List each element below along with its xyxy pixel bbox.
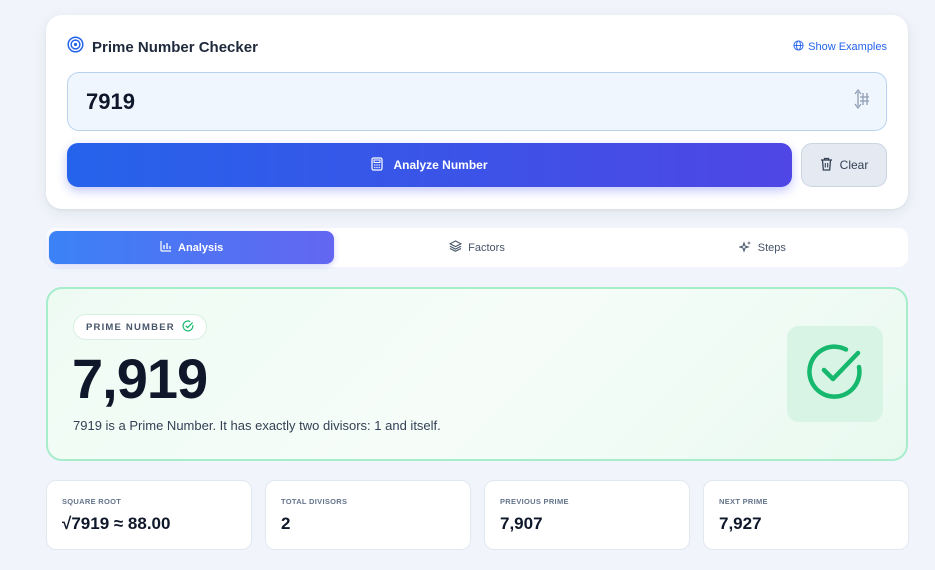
sparkles-icon (738, 240, 752, 256)
stat-square-root: SQUARE ROOT √7919 ≈ 88.00 (46, 480, 252, 550)
layers-icon (448, 240, 463, 255)
stat-label: TOTAL DIVISORS (281, 497, 348, 506)
stat-value: √7919 ≈ 88.00 (62, 514, 171, 533)
hash-stepper-icon[interactable] (852, 88, 870, 115)
stat-value: 7,927 (719, 514, 762, 533)
target-icon (67, 36, 84, 58)
stat-value: 2 (281, 514, 291, 533)
tab-steps[interactable]: Steps (620, 231, 905, 264)
number-input-wrapper (67, 72, 887, 131)
clear-label: Clear (839, 158, 869, 172)
tab-bar: Analysis Factors Steps (46, 228, 908, 267)
check-tile (787, 326, 883, 422)
bar-chart-icon (160, 240, 172, 255)
stat-total-divisors: TOTAL DIVISORS 2 (265, 480, 471, 550)
show-examples-link[interactable]: Show Examples (793, 40, 887, 54)
tab-analysis[interactable]: Analysis (49, 231, 335, 264)
check-circle-icon (182, 319, 194, 335)
tab-steps-label: Steps (757, 241, 786, 254)
tab-factors-label: Factors (468, 241, 505, 254)
number-input[interactable] (86, 88, 852, 115)
card-header: Prime Number Checker Show Examples (67, 36, 887, 58)
trash-icon (820, 157, 833, 174)
title-wrap: Prime Number Checker (67, 36, 258, 58)
stat-label: PREVIOUS PRIME (500, 497, 569, 506)
stat-value: 7,907 (500, 514, 543, 533)
clear-button[interactable]: Clear (801, 143, 887, 187)
calculator-icon (371, 156, 384, 174)
result-description: 7919 is a Prime Number. It has exactly t… (73, 418, 441, 433)
analyze-button[interactable]: Analyze Number (67, 143, 792, 187)
input-card: Prime Number Checker Show Examples 7919 … (46, 15, 908, 209)
badge-label: PRIME NUMBER (86, 321, 175, 333)
large-check-circle-icon (806, 343, 864, 406)
stat-previous-prime: PREVIOUS PRIME 7,907 (484, 480, 690, 550)
result-number: 7,919 (72, 347, 208, 410)
analyze-label: Analyze Number (393, 158, 488, 172)
show-examples-label: Show Examples (808, 41, 887, 53)
stat-next-prime: NEXT PRIME 7,927 (703, 480, 909, 550)
tab-analysis-label: Analysis (178, 241, 224, 254)
stat-label: SQUARE ROOT (62, 497, 122, 506)
stat-label: NEXT PRIME (719, 497, 768, 506)
globe-icon (793, 40, 804, 54)
page-title: Prime Number Checker (92, 38, 258, 56)
result-card: PRIME NUMBER 7,919 7919 is a Prime Numbe… (46, 287, 908, 461)
tab-factors[interactable]: Factors (334, 231, 619, 264)
prime-badge: PRIME NUMBER (73, 314, 207, 340)
